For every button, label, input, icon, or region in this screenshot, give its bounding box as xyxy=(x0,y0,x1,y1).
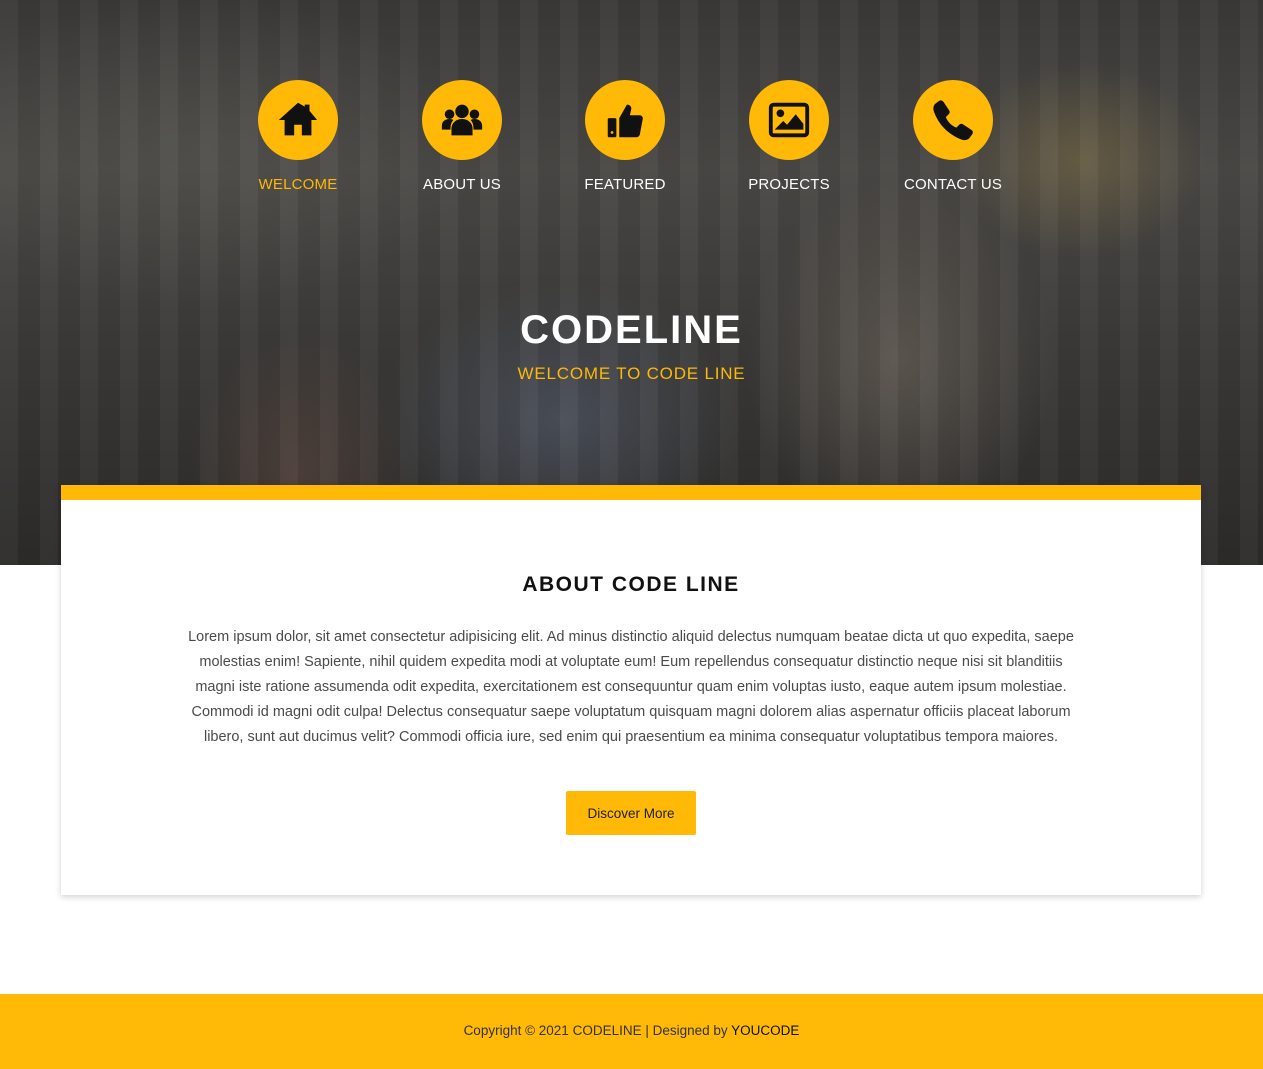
image-icon xyxy=(749,80,829,160)
main-nav: WELCOME ABOUT US FEATURED PROJECTS CONTA… xyxy=(0,80,1263,200)
nav-label-projects: PROJECTS xyxy=(748,176,830,193)
hero-section: WELCOME ABOUT US FEATURED PROJECTS CONTA… xyxy=(0,0,1263,565)
nav-item-featured[interactable]: FEATURED xyxy=(560,80,690,193)
about-text: Lorem ipsum dolor, sit amet consectetur … xyxy=(188,629,1074,745)
nav-label-contact-us: CONTACT US xyxy=(903,176,1003,193)
discover-more-button[interactable]: Discover More xyxy=(566,791,696,835)
footer: Copyright © 2021 CODELINE | Designed by … xyxy=(0,994,1263,1069)
nav-label-featured: FEATURED xyxy=(584,176,666,193)
hero-title: CODELINE xyxy=(520,308,743,352)
footer-designer-link[interactable]: YOUCODE xyxy=(731,1023,799,1038)
nav-label-welcome: WELCOME xyxy=(258,176,338,193)
nav-item-about-us[interactable]: ABOUT US xyxy=(397,80,527,193)
hero-subtitle: WELCOME TO CODE LINE xyxy=(517,364,746,383)
nav-item-welcome[interactable]: WELCOME xyxy=(233,80,363,193)
users-icon xyxy=(422,80,502,160)
about-card: ABOUT CODE LINE Lorem ipsum dolor, sit a… xyxy=(61,485,1201,895)
home-icon xyxy=(258,80,338,160)
nav-label-about-us: ABOUT US xyxy=(422,176,501,193)
about-title: ABOUT CODE LINE xyxy=(522,573,740,596)
thumbs-up-icon xyxy=(585,80,665,160)
nav-item-contact-us[interactable]: CONTACT US xyxy=(888,80,1018,193)
footer-copyright: Copyright © 2021 CODELINE | Designed by xyxy=(463,1023,732,1038)
phone-icon xyxy=(913,80,993,160)
nav-item-projects[interactable]: PROJECTS xyxy=(724,80,854,193)
